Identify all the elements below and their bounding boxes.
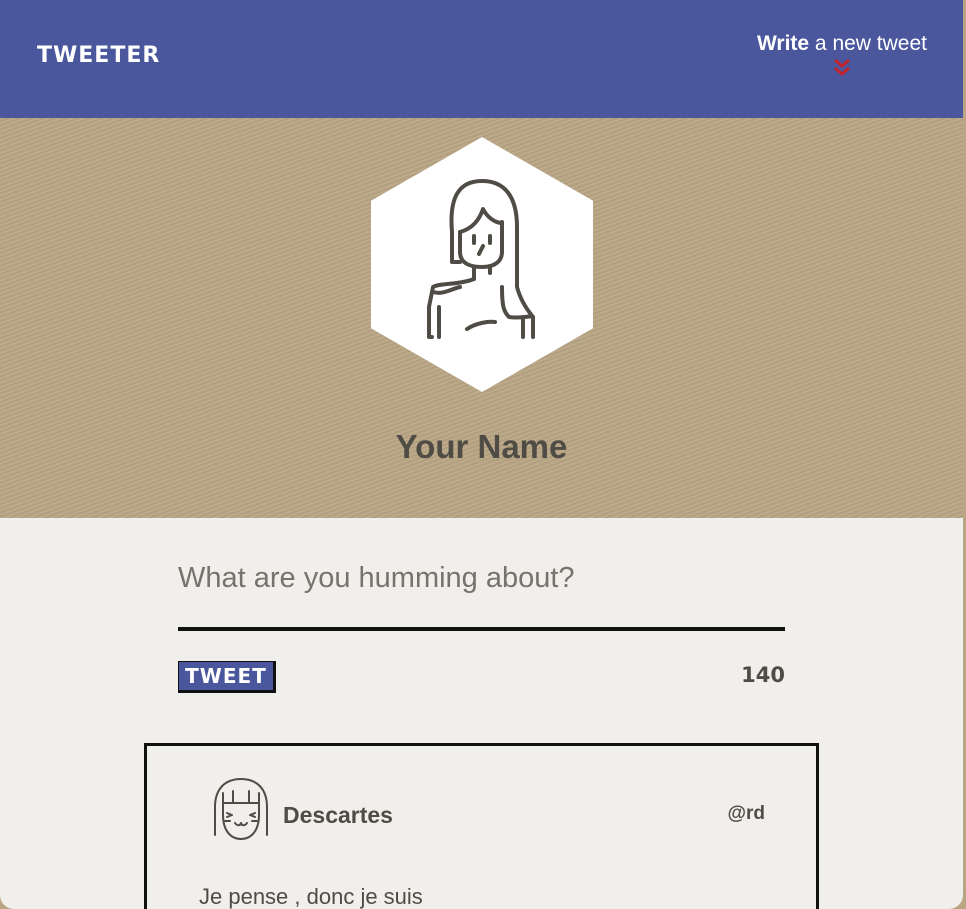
input-underline	[178, 627, 785, 631]
navbar: TWEETER Write a new tweet	[0, 0, 963, 118]
double-chevron-down-icon	[834, 58, 850, 76]
write-new-tweet-label: Write a new tweet	[757, 32, 927, 56]
tweet-input[interactable]	[178, 558, 785, 598]
tweet-button[interactable]: TWEET	[178, 661, 276, 693]
write-label-bold: Write	[756, 32, 810, 55]
brand-logo[interactable]: TWEETER	[37, 43, 160, 68]
tweet-card: Descartes @rd Je pense , donc je suis	[144, 743, 819, 909]
profile-hero: Your Name	[0, 118, 963, 518]
write-label-rest: a new tweet	[809, 32, 927, 55]
app-frame: TWEETER Write a new tweet Your Name What…	[0, 0, 963, 909]
tweet-author[interactable]: Descartes	[283, 802, 393, 829]
tweet-handle[interactable]: @rd	[727, 803, 765, 825]
smiling-face-avatar-icon	[214, 778, 268, 840]
profile-name: Your Name	[395, 428, 568, 465]
character-counter: 140	[741, 663, 785, 687]
tweet-body: Je pense , donc je suis	[199, 884, 423, 909]
woman-avatar-icon	[371, 137, 593, 392]
write-new-tweet-toggle[interactable]: Write a new tweet	[757, 32, 927, 78]
